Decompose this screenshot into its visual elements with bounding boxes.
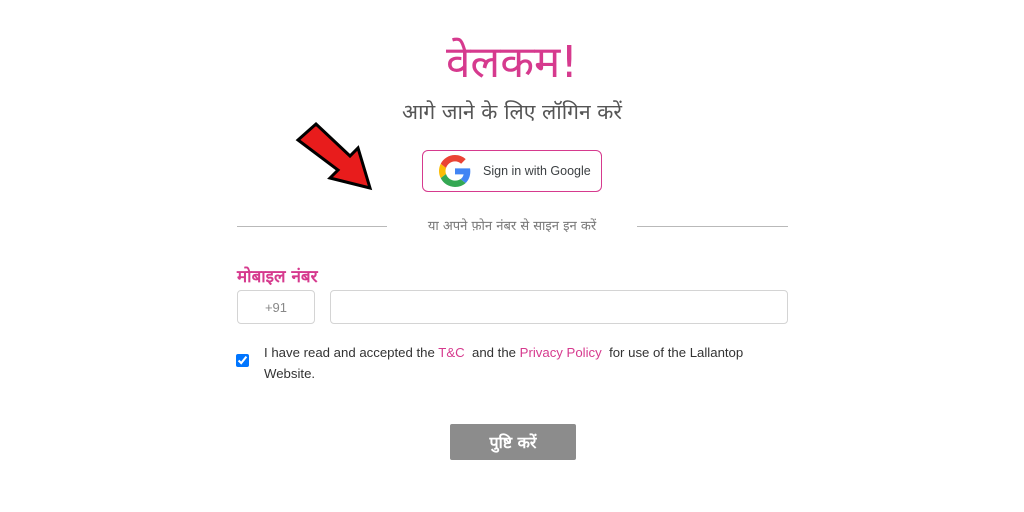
terms-text: I have read and accepted the T&C and the… [264, 342, 784, 384]
divider-line-left [237, 226, 387, 227]
welcome-heading: वेलकम! [445, 37, 579, 88]
country-code-field[interactable]: +91 [237, 290, 315, 324]
terms-text-before: I have read and accepted the [264, 345, 435, 360]
login-subtitle: आगे जाने के लिए लॉगिन करें [401, 100, 623, 124]
tc-link[interactable]: T&C [438, 345, 464, 360]
confirm-button[interactable]: पुष्टि करें [450, 424, 576, 460]
mobile-number-input[interactable] [330, 290, 788, 324]
google-signin-button[interactable]: Sign in with Google [422, 150, 602, 192]
terms-checkbox[interactable] [236, 354, 249, 367]
google-signin-label: Sign in with Google [483, 164, 591, 178]
privacy-policy-link[interactable]: Privacy Policy [520, 345, 602, 360]
google-g-icon [439, 155, 471, 187]
divider-line-right [637, 226, 788, 227]
terms-text-middle: and the [471, 345, 516, 360]
red-arrow-icon [295, 121, 373, 191]
mobile-number-label: मोबाइल नंबर [237, 267, 318, 287]
phone-signin-divider-text: या अपने फ़ोन नंबर से साइन इन करें [427, 219, 597, 234]
